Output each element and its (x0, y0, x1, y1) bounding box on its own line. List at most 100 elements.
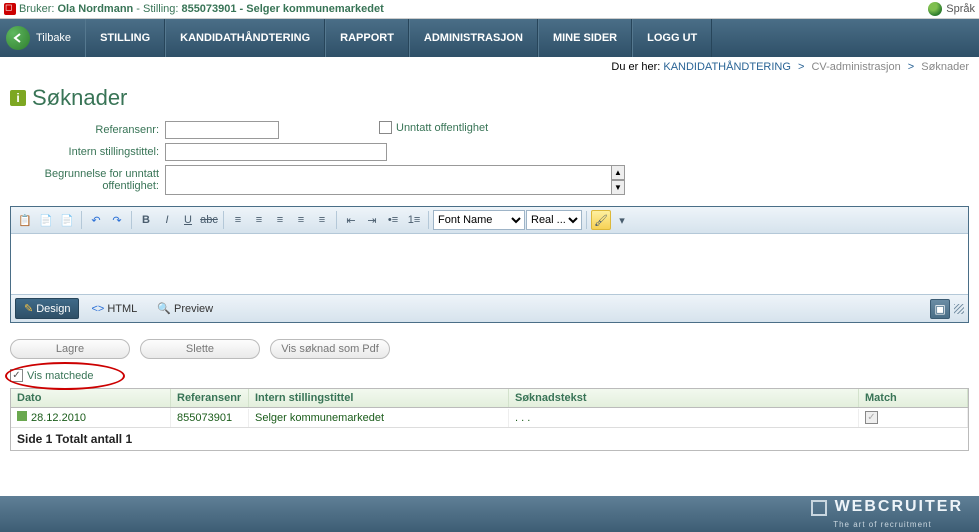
user-prefix: Bruker: (19, 3, 54, 15)
bc-item-1[interactable]: CV-administrasjon (811, 61, 900, 73)
redo-icon[interactable]: ↷ (107, 210, 127, 230)
app-icon (4, 3, 16, 15)
clear-format-icon[interactable]: 🖌 (591, 210, 611, 230)
bc-prefix: Du er her: (611, 61, 660, 73)
grid-footer: Side 1 Totalt antall 1 (11, 428, 968, 450)
label-ref: Referansenr: (10, 121, 165, 136)
brand-name: WEBCRUITER (835, 498, 963, 515)
intern-input[interactable] (165, 143, 387, 161)
tab-html[interactable]: <> HTML (83, 300, 145, 318)
col-dato[interactable]: Dato (11, 389, 171, 407)
unntatt-group[interactable]: Unntatt offentlighet (379, 121, 488, 134)
dropdown-more-icon[interactable]: ▾ (612, 210, 632, 230)
cell-ref: 855073901 (171, 409, 249, 427)
align-none-icon[interactable]: ≡ (312, 210, 332, 230)
rich-editor: 📋 📄 📄 ↶ ↷ B I U abc ≡ ≡ ≡ ≡ ≡ ⇤ ⇥ •≡ 1≡ … (10, 206, 969, 323)
vis-matchede-checkbox[interactable] (10, 369, 23, 382)
expand-icon[interactable]: ▣ (930, 299, 950, 319)
action-row: Lagre Slette Vis søknad som Pdf (10, 339, 969, 359)
indent-icon[interactable]: ⇥ (362, 210, 382, 230)
col-sok[interactable]: Søknadstekst (509, 389, 859, 407)
col-intern[interactable]: Intern stillingstittel (249, 389, 509, 407)
nav-stilling[interactable]: STILLING (85, 19, 165, 57)
tab-preview[interactable]: 🔍 Preview (149, 299, 221, 318)
align-left-icon[interactable]: ≡ (228, 210, 248, 230)
info-icon: i (10, 90, 26, 106)
paste-word-icon[interactable]: 📄 (57, 210, 77, 230)
lang-label: Språk (946, 3, 975, 15)
ref-input[interactable] (165, 121, 279, 139)
pencil-icon: ✎ (24, 302, 33, 315)
unntatt-checkbox[interactable] (379, 121, 392, 134)
editor-footer: ✎ Design <> HTML 🔍 Preview ▣ (11, 294, 968, 322)
list-ul-icon[interactable]: •≡ (383, 210, 403, 230)
cell-dato: 28.12.2010 (31, 412, 86, 424)
label-unntatt: Unntatt offentlighet (396, 122, 488, 134)
stilling-title: - Selger kommunemarkedet (240, 3, 384, 15)
user-name: Ola Nordmann (57, 3, 133, 15)
nav-mine-sider[interactable]: MINE SIDER (538, 19, 632, 57)
brand-tag: The art of recruitment (833, 520, 931, 529)
back-button[interactable] (6, 26, 30, 50)
row-arrow-icon (17, 411, 27, 421)
undo-icon[interactable]: ↶ (86, 210, 106, 230)
underline-icon[interactable]: U (178, 210, 198, 230)
brand-footer: WEBCRUITER The art of recruitment (0, 496, 979, 532)
bc-item-2: Søknader (921, 61, 969, 73)
begrunn-textarea[interactable] (165, 165, 625, 195)
editor-toolbar: 📋 📄 📄 ↶ ↷ B I U abc ≡ ≡ ≡ ≡ ≡ ⇤ ⇥ •≡ 1≡ … (11, 207, 968, 234)
paste-icon[interactable]: 📄 (36, 210, 56, 230)
col-match[interactable]: Match (859, 389, 968, 407)
bc-item-0[interactable]: KANDIDATHÅNDTERING (663, 61, 791, 73)
match-checkbox (865, 411, 878, 424)
chevron-right-icon: > (798, 61, 804, 73)
cell-sok: . . . (509, 409, 859, 427)
nav-rapport[interactable]: RAPPORT (325, 19, 409, 57)
nav-admin[interactable]: ADMINISTRASJON (409, 19, 538, 57)
grid-header: Dato Referansenr Intern stillingstittel … (11, 389, 968, 408)
user-info: Bruker: Ola Nordmann - Stilling: 8550739… (4, 3, 384, 15)
slette-button[interactable]: Slette (140, 339, 260, 359)
scroll-down-icon[interactable]: ▼ (611, 180, 625, 195)
scroll-up-icon[interactable]: ▲ (611, 165, 625, 180)
page-title: Søknader (32, 85, 127, 111)
label-intern: Intern stillingstittel: (10, 143, 165, 158)
copy-icon[interactable]: 📋 (15, 210, 35, 230)
editor-canvas[interactable] (11, 234, 968, 294)
vis-matchede-label: Vis matchede (27, 370, 93, 382)
list-ol-icon[interactable]: 1≡ (404, 210, 424, 230)
back-label: Tilbake (36, 32, 71, 44)
language-switch[interactable]: Språk (928, 2, 975, 16)
code-icon: <> (91, 303, 104, 315)
content-area: i Søknader Referansenr: Unntatt offentli… (0, 77, 979, 459)
table-row[interactable]: 28.12.2010 855073901 Selger kommunemarke… (11, 408, 968, 428)
results-grid: Dato Referansenr Intern stillingstittel … (10, 388, 969, 451)
align-center-icon[interactable]: ≡ (249, 210, 269, 230)
resize-handle-icon[interactable] (954, 304, 964, 314)
magnifier-icon: 🔍 (157, 302, 171, 315)
lagre-button[interactable]: Lagre (10, 339, 130, 359)
outdent-icon[interactable]: ⇤ (341, 210, 361, 230)
align-justify-icon[interactable]: ≡ (291, 210, 311, 230)
italic-icon[interactable]: I (157, 210, 177, 230)
main-nav: Tilbake STILLING KANDIDATHÅNDTERING RAPP… (0, 19, 979, 57)
vis-matchede-row[interactable]: Vis matchede (10, 369, 969, 382)
font-size-select[interactable]: Real ... (526, 210, 582, 230)
brand-logo: WEBCRUITER The art of recruitment (811, 498, 963, 530)
cell-intern: Selger kommunemarkedet (249, 409, 509, 427)
strike-icon[interactable]: abc (199, 210, 219, 230)
col-ref[interactable]: Referansenr (171, 389, 249, 407)
stilling-id: 855073901 (181, 3, 236, 15)
align-right-icon[interactable]: ≡ (270, 210, 290, 230)
chevron-right-icon: > (908, 61, 914, 73)
vis-pdf-button[interactable]: Vis søknad som Pdf (270, 339, 390, 359)
label-begrunn: Begrunnelse for unntatt offentlighet: (10, 165, 165, 192)
nav-logg-ut[interactable]: LOGG UT (632, 19, 712, 57)
grid-footer-text: Side 1 Totalt antall 1 (17, 432, 132, 446)
page-title-row: i Søknader (10, 85, 969, 111)
tab-design[interactable]: ✎ Design (15, 298, 79, 319)
font-name-select[interactable]: Font Name (433, 210, 525, 230)
globe-icon (928, 2, 942, 16)
bold-icon[interactable]: B (136, 210, 156, 230)
nav-kandidat[interactable]: KANDIDATHÅNDTERING (165, 19, 325, 57)
